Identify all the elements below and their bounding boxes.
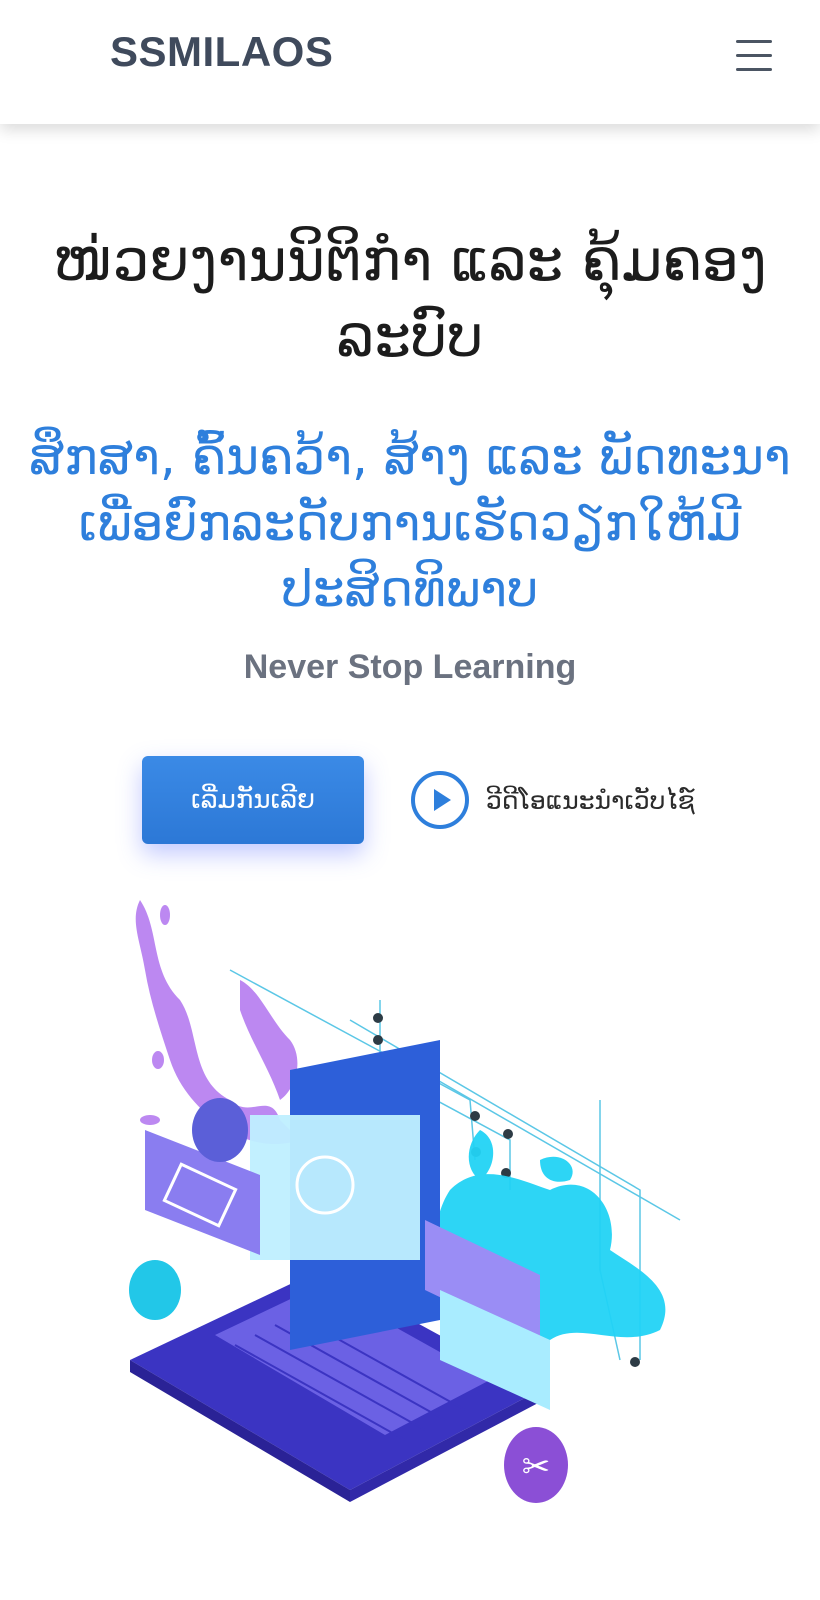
hero-title: ໜ່ວຍງານນິຕິກຳ ແລະ ຄຸ້ມຄອງລະບົບ	[53, 226, 767, 370]
get-started-button[interactable]: ເລີ່ມກັນເລີຍ	[142, 756, 364, 844]
svg-text:✂: ✂	[522, 1447, 551, 1487]
menu-line	[736, 40, 772, 43]
hero-subtitle: ສຶກສາ, ຄົ້ນຄວ້າ, ສ້າງ ແລະ ພັດທະນາ ເພື່ອຍ…	[29, 428, 791, 618]
tagline: Never Stop Learning	[243, 648, 577, 686]
hero-illustration: ✂	[129, 900, 681, 1503]
intro-video-link[interactable]: ວີດີໂອແນະນຳເວັບໄຊ໌	[410, 768, 695, 832]
site-header: SSMILAOS	[0, 0, 820, 124]
menu-line	[736, 68, 772, 71]
menu-line	[736, 54, 772, 57]
play-circle-icon[interactable]	[410, 770, 470, 830]
brand-logo-text[interactable]: SSMILAOS	[110, 28, 333, 76]
hamburger-menu-icon[interactable]	[734, 36, 774, 76]
intro-video-label: ວີດີໂອແນະນຳເວັບໄຊ໌	[486, 785, 695, 815]
